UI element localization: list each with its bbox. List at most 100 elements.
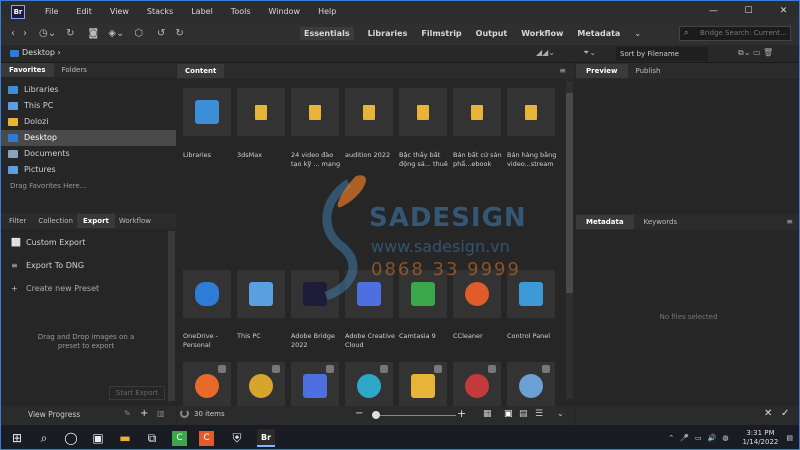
bridge-taskbar-icon[interactable]: Br xyxy=(257,429,275,447)
thumbnail-item[interactable] xyxy=(345,362,393,410)
refine-icon[interactable]: ◈⌄ xyxy=(108,28,124,39)
details-view-icon[interactable]: ▤ xyxy=(519,409,528,419)
panel-menu-icon[interactable]: ≡ xyxy=(559,66,566,75)
thumbnail-item[interactable] xyxy=(399,88,447,136)
thumbnail-item[interactable] xyxy=(183,270,231,318)
widgets-icon[interactable]: ▣ xyxy=(87,427,109,449)
thumbnail-item[interactable] xyxy=(183,362,231,410)
start-export-button[interactable]: Start Export xyxy=(109,386,165,400)
thumbnail-item[interactable] xyxy=(291,362,339,410)
export-to-dng[interactable]: ≡ Export To DNG xyxy=(1,254,168,277)
breadcrumb[interactable]: Desktop › xyxy=(22,48,61,57)
maximize-button[interactable]: ☐ xyxy=(731,1,766,22)
apply-icon[interactable]: ✓ xyxy=(781,408,789,419)
edit-icon[interactable]: ✎ xyxy=(124,409,131,418)
workspace-metadata[interactable]: Metadata xyxy=(577,29,620,38)
camera-icon[interactable]: ◙ xyxy=(89,28,99,39)
zoom-in-button[interactable]: + xyxy=(457,407,466,420)
thumbnail-item[interactable] xyxy=(291,270,339,318)
new-folder-icon[interactable]: ⧉⌄ ▭ 🗑 xyxy=(738,48,773,58)
add-icon[interactable]: + xyxy=(140,408,148,419)
thumbnail-item[interactable] xyxy=(237,362,285,410)
workspace-output[interactable]: Output xyxy=(476,29,508,38)
menu-stacks[interactable]: Stacks xyxy=(147,7,173,16)
close-button[interactable]: ✕ xyxy=(766,1,799,22)
thumbnail-item[interactable] xyxy=(237,88,285,136)
thumbnail-item[interactable] xyxy=(507,362,555,410)
workspace-filmstrip[interactable]: Filmstrip xyxy=(421,29,461,38)
favorite-libraries[interactable]: Libraries xyxy=(1,82,176,98)
thumbnail-item[interactable] xyxy=(453,88,501,136)
recent-icon[interactable]: ◷⌄ xyxy=(39,28,56,39)
language-icon[interactable]: ◍ xyxy=(722,434,728,442)
menu-label[interactable]: Label xyxy=(191,7,213,16)
menu-help[interactable]: Help xyxy=(318,7,336,16)
custom-export[interactable]: ⬜ Custom Export xyxy=(1,231,168,254)
boomerang-icon[interactable]: ↻ xyxy=(66,28,74,39)
workspace-workflow[interactable]: Workflow xyxy=(521,29,563,38)
search-icon[interactable]: ⌕ xyxy=(33,427,55,449)
rotate-right-icon[interactable]: ↻ xyxy=(175,28,183,39)
file-explorer-icon[interactable]: ▬ xyxy=(114,427,136,449)
tab-content[interactable]: Content xyxy=(177,64,225,78)
thumbnail-item[interactable] xyxy=(399,362,447,410)
volume-icon[interactable]: 🔊 xyxy=(708,434,717,442)
store-icon[interactable]: ⧉ xyxy=(141,427,163,449)
windows-start-icon[interactable]: ⊞ xyxy=(6,427,28,449)
tab-collection[interactable]: Collection xyxy=(34,214,77,228)
tab-keywords[interactable]: Keywords xyxy=(634,215,688,229)
tab-publish[interactable]: Publish xyxy=(628,64,669,78)
thumbnail-item[interactable] xyxy=(453,362,501,410)
zoom-slider[interactable] xyxy=(372,415,456,416)
thumbnail-item[interactable] xyxy=(399,270,447,318)
chevron-up-icon[interactable]: ⌃ xyxy=(668,434,674,442)
minimize-button[interactable]: — xyxy=(696,1,731,22)
tab-favorites[interactable]: Favorites xyxy=(1,63,54,77)
list-view-icon[interactable]: ☰ xyxy=(535,409,543,419)
tab-folders[interactable]: Folders xyxy=(54,63,95,77)
task-view-icon[interactable]: ◯ xyxy=(60,427,82,449)
favorite-dolozi[interactable]: Dolozi xyxy=(1,114,176,130)
content-scroll-thumb[interactable] xyxy=(566,93,573,293)
menu-view[interactable]: View xyxy=(110,7,129,16)
forward-icon[interactable]: › xyxy=(23,28,27,39)
menu-file[interactable]: File xyxy=(45,7,58,16)
tab-metadata[interactable]: Metadata xyxy=(576,215,634,229)
menu-window[interactable]: Window xyxy=(269,7,301,16)
cancel-icon[interactable]: ✕ xyxy=(764,408,772,419)
thumbnail-item[interactable] xyxy=(291,88,339,136)
microphone-icon[interactable]: 🎤 xyxy=(680,434,689,442)
ccleaner-icon[interactable]: C xyxy=(199,430,214,446)
trash-icon[interactable]: ▥ xyxy=(157,409,165,418)
thumbnail-item[interactable] xyxy=(453,270,501,318)
favorite-desktop[interactable]: Desktop xyxy=(1,130,176,146)
thumbnail-item[interactable] xyxy=(345,88,393,136)
defender-icon[interactable]: ⛨ xyxy=(226,427,248,449)
open-icon[interactable]: ⬡ xyxy=(134,28,143,39)
network-icon[interactable]: ▭ xyxy=(695,434,702,442)
view-options-icon[interactable]: ⌄ xyxy=(557,409,564,418)
tab-filter[interactable]: Filter xyxy=(1,214,34,228)
workspace-essentials[interactable]: Essentials xyxy=(300,27,354,40)
favorite-documents[interactable]: Documents xyxy=(1,146,176,162)
thumbnail-item[interactable] xyxy=(507,270,555,318)
menu-edit[interactable]: Edit xyxy=(76,7,92,16)
favorite-this-pc[interactable]: This PC xyxy=(1,98,176,114)
thumbnail-item[interactable] xyxy=(183,88,231,136)
export-scrollbar[interactable] xyxy=(168,231,175,401)
quality-icon[interactable]: ◢◢⌄ xyxy=(536,48,555,57)
favorite-pictures[interactable]: Pictures xyxy=(1,162,176,178)
notification-icon[interactable]: ▤ xyxy=(786,434,793,442)
thumbnail-item[interactable] xyxy=(237,270,285,318)
metadata-menu-icon[interactable]: ≡ xyxy=(786,217,793,226)
tab-workflow[interactable]: Workflow xyxy=(115,214,155,228)
rotate-left-icon[interactable]: ↺ xyxy=(157,28,165,39)
camtasia-icon[interactable]: C xyxy=(172,430,187,446)
back-icon[interactable]: ‹ xyxy=(11,28,15,39)
search-input[interactable]: Bridge Search: Current... xyxy=(679,26,791,41)
workspace-libraries[interactable]: Libraries xyxy=(368,29,408,38)
view-progress-link[interactable]: View Progress xyxy=(28,410,80,419)
zoom-out-button[interactable]: − xyxy=(355,408,363,419)
filter-icon[interactable]: ⏷⌄ xyxy=(583,48,596,58)
tab-preview[interactable]: Preview xyxy=(576,64,628,78)
